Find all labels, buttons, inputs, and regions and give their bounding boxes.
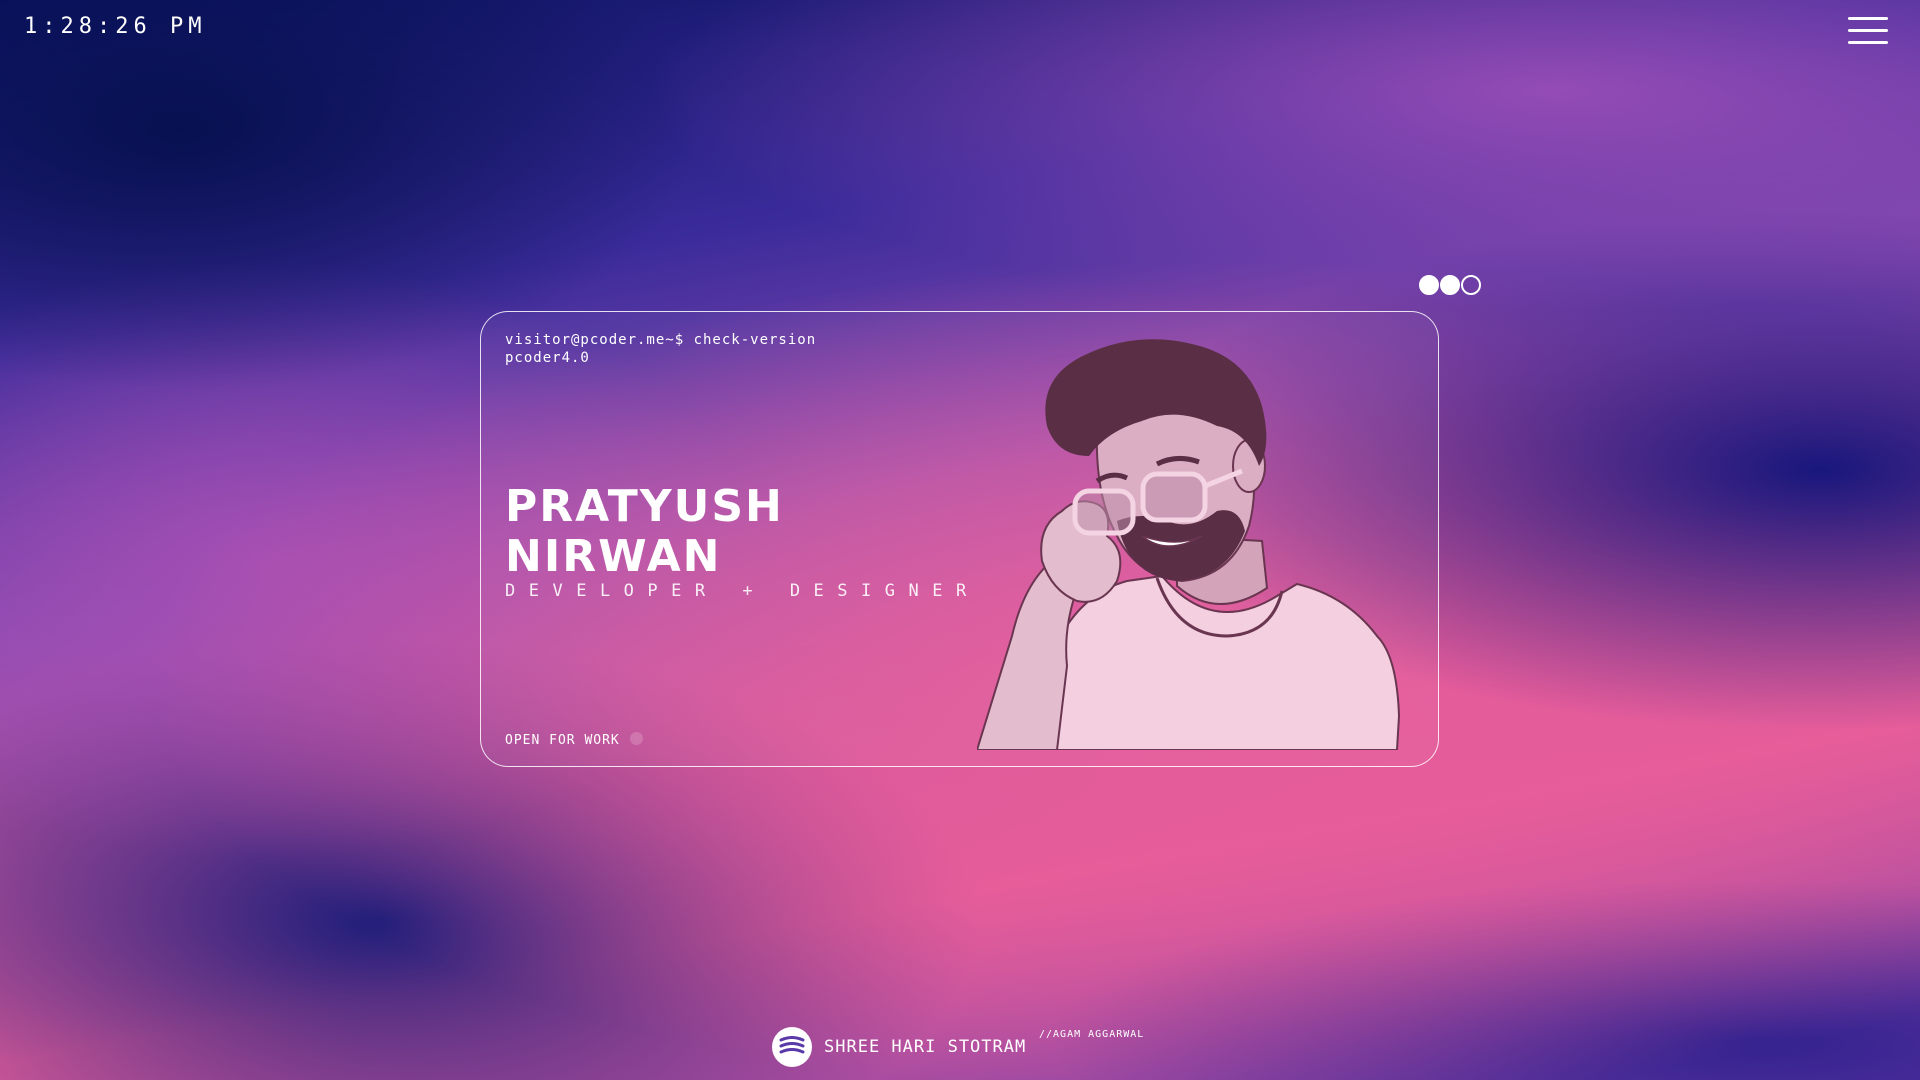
menu-line — [1848, 29, 1888, 32]
name-first: PRATYUSH — [505, 481, 784, 532]
terminal-output: pcoder4.0 — [505, 350, 590, 366]
status-indicator[interactable]: OPEN FOR WORK — [505, 732, 643, 748]
intro-card: visitor@pcoder.me~$ check-version pcoder… — [480, 311, 1439, 767]
window-dot-3[interactable] — [1461, 275, 1481, 295]
window-dots — [1419, 275, 1481, 295]
menu-line — [1848, 41, 1888, 44]
status-label: OPEN FOR WORK — [505, 733, 620, 748]
page-title: PRATYUSH NIRWAN — [505, 482, 784, 582]
terminal-prompt: visitor@pcoder.me~$ check-version — [505, 332, 817, 348]
clock: 1:28:26 PM — [24, 14, 207, 39]
avatar-illustration — [977, 339, 1401, 750]
song-title[interactable]: SHREE HARI STOTRAM — [824, 1037, 1026, 1057]
window-dot-2[interactable] — [1440, 275, 1460, 295]
portrait-glasses-right — [1140, 471, 1208, 523]
terminal-block: visitor@pcoder.me~$ check-version pcoder… — [505, 331, 816, 367]
song-artist: //AGAM AGGARWAL — [1039, 1029, 1145, 1040]
window-dot-1[interactable] — [1419, 275, 1439, 295]
music-logo-icon[interactable] — [772, 1027, 812, 1067]
role-subtitle: DEVELOPER + DESIGNER — [505, 581, 980, 601]
name-last: NIRWAN — [505, 531, 722, 582]
menu-line — [1848, 17, 1888, 20]
status-dot-icon — [629, 732, 643, 745]
portrait-glasses-left — [1072, 488, 1136, 536]
hamburger-menu-icon[interactable] — [1848, 15, 1888, 47]
music-player: SHREE HARI STOTRAM — [772, 1027, 1026, 1067]
